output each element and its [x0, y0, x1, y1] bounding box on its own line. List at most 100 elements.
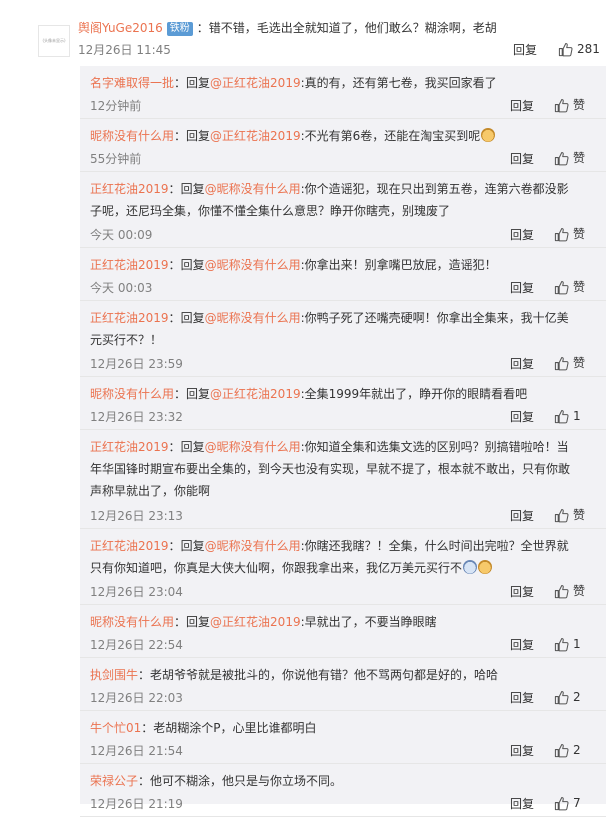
reply-username[interactable]: 正红花油2019 — [90, 311, 169, 325]
thumbs-up-icon — [554, 356, 569, 370]
thumbs-up-icon — [554, 98, 569, 112]
like-button[interactable]: 1 — [554, 636, 581, 652]
reply-text: 正红花油2019：回复@昵称没有什么用:你瞎还我瞎？！全集，什么时间出完啦？全世… — [90, 535, 580, 579]
like-button[interactable]: 1 — [554, 408, 581, 424]
reply-username[interactable]: 昵称没有什么用 — [90, 387, 174, 401]
reply-item: 昵称没有什么用：回复@正红花油2019:不光有第6卷，还能在淘宝买到呢 55分钟前… — [80, 119, 606, 172]
reply-button[interactable]: 回复 — [510, 508, 534, 524]
reply-content: 老胡糊涂个P，心里比谁都明白 — [153, 721, 317, 735]
like-button[interactable]: 赞 — [554, 279, 585, 295]
mention-link[interactable]: @正红花油2019 — [210, 129, 301, 143]
reply-separator: ： — [174, 129, 187, 143]
reply-username[interactable]: 正红花油2019 — [90, 539, 169, 553]
thumbs-up-icon — [554, 508, 569, 522]
reply-content: :你拿出来！别拿嘴巴放屁，造谣犯！ — [300, 258, 497, 272]
reply-username[interactable]: 正红花油2019 — [90, 258, 169, 272]
reply-content: 老胡爷爷就是被批斗的，你说他有错？他不骂两句都是好的，哈哈 — [150, 668, 499, 682]
reply-text: 昵称没有什么用：回复@正红花油2019:早就出了，不要当睁眼瞎 — [90, 611, 580, 633]
reply-button[interactable]: 回复 — [510, 98, 534, 114]
main-comment-text: 舆阁YuGe2016 铁粉 ：错不错，毛选出全就知道了，他们敢么？糊涂啊，老胡 — [78, 19, 497, 37]
like-count: 赞 — [573, 151, 586, 165]
reply-item: 正红花油2019：回复@昵称没有什么用:你瞎还我瞎？！全集，什么时间出完啦？全世… — [80, 529, 606, 605]
reply-time: 今天 00:03 — [90, 281, 153, 295]
like-button[interactable]: 赞 — [554, 355, 585, 371]
reply-text: 昵称没有什么用：回复@正红花油2019:不光有第6卷，还能在淘宝买到呢 — [90, 125, 580, 147]
reply-button[interactable]: 回复 — [510, 796, 534, 812]
thumbs-up-icon — [554, 743, 569, 757]
reply-item: 正红花油2019：回复@昵称没有什么用:你个造谣犯，现在只出到第五卷，连第六卷都… — [80, 172, 606, 248]
reply-username[interactable]: 荣禄公子 — [90, 774, 138, 788]
reply-text: 正红花油2019：回复@昵称没有什么用:你知道全集和选集文选的区别吗？别搞错啦哈… — [90, 436, 580, 502]
like-button[interactable]: 赞 — [554, 150, 585, 166]
like-button[interactable]: 7 — [554, 795, 581, 811]
mention-link[interactable]: @正红花油2019 — [210, 76, 301, 90]
main-comment: (头像未显示) 舆阁YuGe2016 铁粉 ：错不错，毛选出全就知道了，他们敢么？糊… — [0, 0, 616, 66]
reply-prefix: 回复 — [180, 539, 205, 553]
reply-time: 今天 00:09 — [90, 228, 153, 242]
like-count: 2 — [573, 690, 581, 704]
reply-content: :不光有第6卷，还能在淘宝买到呢 — [300, 129, 481, 143]
reply-separator: ： — [141, 721, 154, 735]
reply-item: 昵称没有什么用：回复@正红花油2019:全集1999年就出了，睁开你的眼睛看看吧… — [80, 377, 606, 430]
reply-separator: ： — [168, 182, 181, 196]
mention-link[interactable]: @昵称没有什么用 — [205, 182, 301, 196]
mention-link[interactable]: @昵称没有什么用 — [205, 440, 301, 454]
reply-username[interactable]: 昵称没有什么用 — [90, 129, 174, 143]
reply-item: 荣禄公子：他可不糊涂，他只是与你立场不同。 12月26日 21:19 回复 7 — [80, 764, 606, 817]
crying-emoji-icon — [463, 560, 478, 574]
thumbs-up-icon — [554, 227, 569, 241]
dog-emoji-icon — [478, 560, 493, 574]
mention-link[interactable]: @昵称没有什么用 — [205, 311, 301, 325]
reply-button[interactable]: 回复 — [510, 227, 534, 243]
reply-button[interactable]: 回复 — [510, 151, 534, 167]
reply-username[interactable]: 牛个忙01 — [90, 721, 141, 735]
reply-button[interactable]: 回复 — [510, 409, 534, 425]
reply-content: 他可不糊涂，他只是与你立场不同。 — [150, 774, 343, 788]
reply-separator: ： — [168, 311, 181, 325]
mention-link[interactable]: @正红花油2019 — [210, 615, 301, 629]
reply-username[interactable]: 名字难取得一批 — [90, 76, 174, 90]
reply-username[interactable]: 执剑围牛 — [90, 668, 138, 682]
reply-separator: ： — [174, 615, 187, 629]
reply-separator: ： — [168, 258, 181, 272]
reply-button[interactable]: 回复 — [513, 42, 537, 58]
like-count: 赞 — [573, 280, 586, 294]
reply-content: :全集1999年就出了，睁开你的眼睛看看吧 — [300, 387, 528, 401]
mention-link[interactable]: @正红花油2019 — [210, 387, 301, 401]
reply-username[interactable]: 昵称没有什么用 — [90, 615, 174, 629]
reply-separator: ： — [174, 76, 187, 90]
reply-text: 执剑围牛：老胡爷爷就是被批斗的，你说他有错？他不骂两句都是好的，哈哈 — [90, 664, 580, 686]
reply-button[interactable]: 回复 — [510, 280, 534, 296]
like-button[interactable]: 赞 — [554, 97, 585, 113]
reply-item: 正红花油2019：回复@昵称没有什么用:你知道全集和选集文选的区别吗？别搞错啦哈… — [80, 430, 606, 529]
dog-emoji-icon — [481, 128, 496, 142]
reply-separator: ： — [174, 387, 187, 401]
like-button[interactable]: 2 — [554, 689, 581, 705]
reply-separator: ： — [168, 539, 181, 553]
reply-username[interactable]: 正红花油2019 — [90, 182, 169, 196]
like-button[interactable]: 赞 — [554, 583, 585, 599]
reply-username[interactable]: 正红花油2019 — [90, 440, 169, 454]
comment-username[interactable]: 舆阁YuGe2016 — [78, 21, 163, 35]
reply-text: 昵称没有什么用：回复@正红花油2019:全集1999年就出了，睁开你的眼睛看看吧 — [90, 383, 580, 405]
reply-prefix: 回复 — [180, 440, 205, 454]
like-button[interactable]: 赞 — [554, 226, 585, 242]
reply-item: 正红花油2019：回复@昵称没有什么用:你鸭子死了还嘴壳硬啊！你拿出全集来，我十… — [80, 301, 606, 377]
reply-time: 12月26日 21:19 — [90, 797, 183, 811]
reply-prefix: 回复 — [186, 615, 211, 629]
like-button[interactable]: 281 — [558, 41, 600, 57]
mention-link[interactable]: @昵称没有什么用 — [205, 539, 301, 553]
reply-button[interactable]: 回复 — [510, 690, 534, 706]
thumbs-up-icon — [554, 690, 569, 704]
reply-button[interactable]: 回复 — [510, 743, 534, 759]
reply-button[interactable]: 回复 — [510, 584, 534, 600]
like-count: 1 — [573, 409, 581, 423]
reply-time: 12月26日 21:54 — [90, 744, 183, 758]
reply-text: 牛个忙01：老胡糊涂个P，心里比谁都明白 — [90, 717, 580, 739]
reply-button[interactable]: 回复 — [510, 637, 534, 653]
avatar[interactable]: (头像未显示) — [38, 25, 70, 57]
reply-button[interactable]: 回复 — [510, 356, 534, 372]
like-button[interactable]: 2 — [554, 742, 581, 758]
mention-link[interactable]: @昵称没有什么用 — [205, 258, 301, 272]
like-button[interactable]: 赞 — [554, 507, 585, 523]
